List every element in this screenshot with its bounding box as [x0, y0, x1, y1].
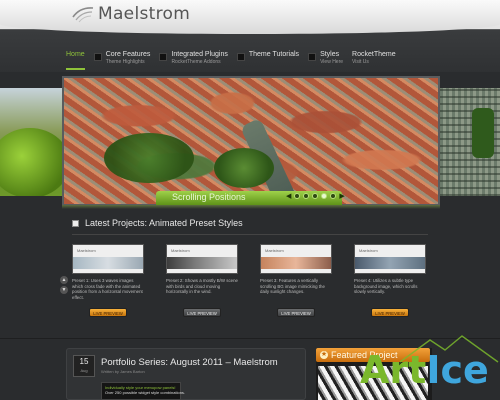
post-date-badge: 15 Aug: [73, 355, 95, 377]
ivy-vine: [472, 108, 494, 158]
post-meta: Written by James Barton: [101, 369, 145, 374]
nav-item-styles[interactable]: Styles View Here: [308, 50, 343, 70]
wave-logo-icon: [72, 7, 94, 23]
main-nav: Home Core Features Theme Highlights Inte…: [66, 50, 405, 70]
project-thumbnail[interactable]: Maelstrom: [166, 244, 238, 274]
nav-bullet-icon: [93, 53, 102, 61]
project-card: Maelstrom Preset 4: Utilizes a subtle ty…: [354, 244, 426, 324]
showcase-side-image-right: [440, 88, 500, 196]
nav-sublabel: View Here: [320, 59, 344, 65]
slider-dot[interactable]: [294, 193, 301, 199]
aerial-town-photo: [64, 78, 438, 204]
header: Maelstrom Home Core Features Theme Highl…: [0, 0, 500, 72]
tree-foliage: [0, 128, 62, 196]
project-card: Maelstrom Preset 1: Uses 3 waves images …: [72, 244, 144, 324]
photo-trees: [214, 148, 274, 188]
star-icon: ★: [320, 351, 328, 359]
site-logo[interactable]: Maelstrom: [72, 4, 190, 24]
projects-scroll-arrows: ▲ ▼: [60, 276, 68, 294]
nav-sublabel: Visit Us: [352, 59, 369, 65]
nav-item-integrated-plugins[interactable]: Integrated Plugins RocketTheme Addons: [159, 50, 228, 70]
watermark-text-part2: Ice: [426, 348, 489, 392]
nav-bullet-icon: [236, 53, 245, 61]
watermark-text: ArtIce: [360, 348, 489, 392]
nav-item-home[interactable]: Home: [66, 50, 85, 70]
blog-post-card: 15 Aug Portfolio Series: August 2011 – M…: [66, 348, 306, 400]
slider-pagination: ◀ ▶: [286, 193, 345, 201]
thumbnail-banner: [355, 257, 425, 269]
photo-trees: [104, 133, 194, 183]
arrow-up-icon[interactable]: ▲: [60, 276, 68, 284]
nav-label: Home: [66, 51, 85, 58]
section-square-icon: [72, 219, 79, 227]
live-preview-button[interactable]: LIVE PREVIEW: [89, 308, 127, 317]
thumbnail-banner: [167, 257, 237, 269]
project-description: Preset 3: Features a vertically scrollin…: [260, 278, 325, 294]
thumbnail-logo: Maelstrom: [77, 248, 96, 253]
thumbnail-logo: Maelstrom: [359, 248, 378, 253]
nav-sublabel: Theme Highlights: [105, 59, 145, 65]
thumbnail-logo: Maelstrom: [265, 248, 284, 253]
slider-dot[interactable]: [303, 193, 310, 199]
project-description: Preset 2: Shows a mostly B/W scene with …: [166, 278, 238, 294]
nav-label: Core Features: [105, 51, 151, 58]
post-title[interactable]: Portfolio Series: August 2011 – Maelstro…: [101, 357, 278, 368]
post-preview-image[interactable]: Individually style your menupow panels! …: [101, 382, 186, 400]
post-month: Aug: [80, 368, 88, 373]
slider-shadow: [62, 205, 440, 209]
nav-item-rockettheme[interactable]: RocketTheme Visit Us: [352, 50, 396, 70]
nav-sublabel: RocketTheme Addons: [171, 59, 221, 65]
slider-prev-arrow-icon[interactable]: ◀: [286, 193, 291, 201]
nav-bullet-icon: [308, 53, 317, 61]
project-description: Preset 4: Utilizes a subtle type backgro…: [354, 278, 418, 294]
live-preview-button[interactable]: LIVE PREVIEW: [371, 308, 409, 317]
nav-text: Integrated Plugins RocketTheme Addons: [171, 50, 227, 66]
thumbnail-banner: [261, 257, 331, 269]
nav-text: Core Features Theme Highlights: [106, 50, 151, 66]
nav-label: Theme Tutorials: [248, 51, 300, 58]
projects-title: Latest Projects: Animated Preset Styles: [85, 218, 243, 228]
nav-item-core-features[interactable]: Core Features Theme Highlights: [93, 50, 151, 70]
nav-label: RocketTheme: [352, 51, 396, 58]
slider-dot[interactable]: [330, 193, 337, 199]
project-thumbnail[interactable]: Maelstrom: [72, 244, 144, 274]
live-preview-button[interactable]: LIVE PREVIEW: [183, 308, 221, 317]
nav-item-theme-tutorials[interactable]: Theme Tutorials: [236, 50, 299, 70]
slider-dot-active[interactable]: [321, 193, 328, 199]
nav-text: Theme Tutorials: [249, 50, 299, 59]
slider-next-arrow-icon[interactable]: ▶: [339, 193, 344, 201]
slider-caption: Scrolling Positions: [172, 192, 246, 202]
watermark: ArtIce: [360, 334, 500, 400]
project-thumbnail[interactable]: Maelstrom: [354, 244, 426, 274]
thumbnail-banner: [73, 257, 143, 269]
project-thumbnail[interactable]: Maelstrom: [260, 244, 332, 274]
nav-text: Home: [66, 50, 85, 59]
section-divider: [72, 234, 428, 235]
nav-bullet-icon: [159, 53, 168, 61]
nav-label: Integrated Plugins: [171, 51, 228, 58]
thumbnail-logo: Maelstrom: [171, 248, 190, 253]
post-snippet-line: Over 250 possible widget style combinati…: [105, 390, 186, 395]
project-card: Maelstrom Preset 2: Shows a mostly B/W s…: [166, 244, 238, 324]
projects-heading: Latest Projects: Animated Preset Styles: [72, 218, 243, 228]
post-day: 15: [79, 357, 89, 366]
showcase-slider[interactable]: [62, 76, 440, 206]
watermark-text-part1: Art: [360, 348, 427, 392]
arrow-down-icon[interactable]: ▼: [60, 286, 68, 294]
project-description: Preset 1: Uses 3 waves images which cros…: [72, 278, 143, 300]
showcase-side-image-left: [0, 88, 62, 196]
live-preview-button[interactable]: LIVE PREVIEW: [277, 308, 315, 317]
nav-label: Styles: [320, 51, 340, 58]
logo-text: Maelstrom: [98, 4, 191, 24]
nav-text: RocketTheme Visit Us: [352, 50, 396, 66]
project-card: Maelstrom Preset 3: Features a verticall…: [260, 244, 332, 324]
slider-dot[interactable]: [312, 193, 319, 199]
nav-text: Styles View Here: [320, 50, 343, 66]
